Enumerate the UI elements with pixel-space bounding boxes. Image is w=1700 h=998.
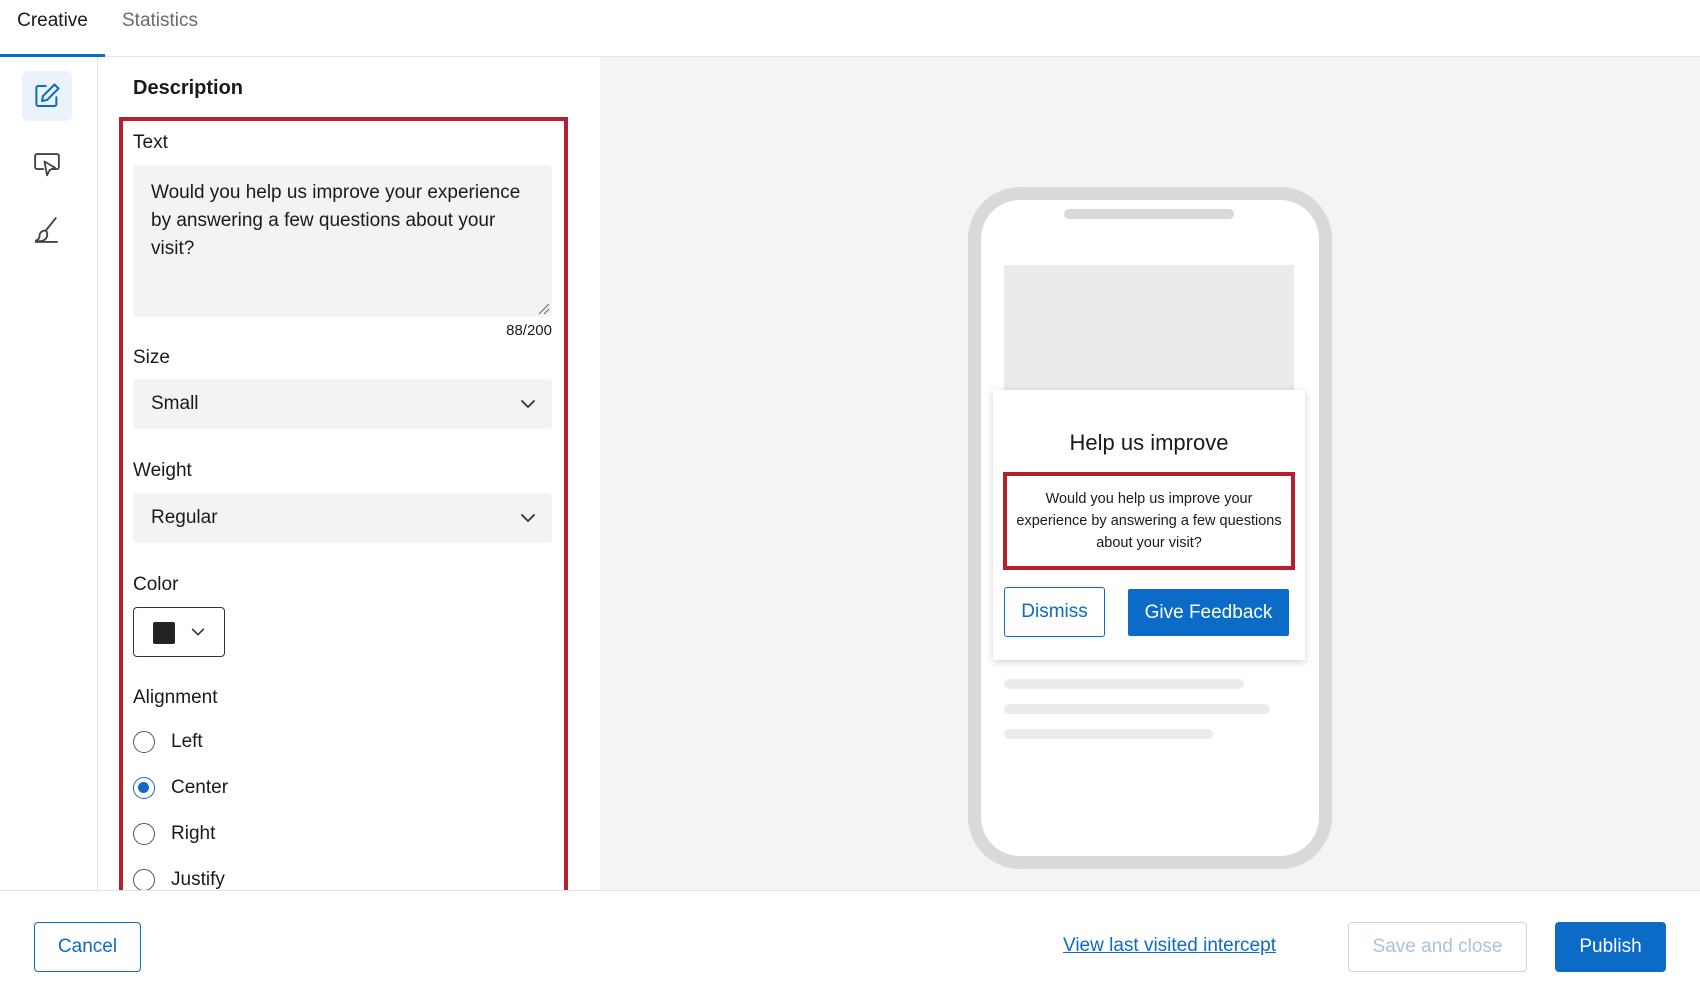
- phone-speaker: [1064, 209, 1234, 219]
- text-label: Text: [133, 132, 168, 153]
- description-settings-panel: Description Text 88/200 Size Small Weigh…: [98, 57, 600, 890]
- color-swatch: [153, 622, 175, 644]
- character-counter: 88/200: [506, 322, 552, 339]
- edit-icon: [35, 83, 60, 107]
- view-last-visited-intercept-link[interactable]: View last visited intercept: [1063, 935, 1276, 957]
- placeholder-line: [1004, 679, 1244, 689]
- intercept-card: Help us improve Would you help us improv…: [993, 390, 1305, 660]
- rail-interaction-button[interactable]: [22, 139, 72, 189]
- size-label: Size: [133, 347, 170, 368]
- chevron-down-icon: [191, 628, 205, 636]
- alignment-label: Alignment: [133, 687, 218, 708]
- size-select[interactable]: Small: [133, 379, 552, 429]
- weight-label: Weight: [133, 460, 192, 481]
- dismiss-button[interactable]: Dismiss: [1004, 587, 1105, 637]
- weight-select-value: Regular: [151, 507, 218, 528]
- radio-right[interactable]: [133, 823, 155, 845]
- radio-center[interactable]: [133, 777, 155, 799]
- radio-left[interactable]: [133, 731, 155, 753]
- cursor-message-icon: [34, 153, 60, 177]
- left-icon-rail: [0, 57, 98, 890]
- rail-style-button[interactable]: [22, 205, 72, 255]
- footer-bar: Cancel View last visited intercept Save …: [0, 890, 1700, 998]
- placeholder-line: [1004, 729, 1213, 739]
- radio-justify[interactable]: [133, 869, 155, 890]
- mobile-preview-area: Help us improve Would you help us improv…: [600, 57, 1700, 890]
- rail-edit-button[interactable]: [22, 71, 72, 121]
- publish-button[interactable]: Publish: [1555, 922, 1666, 972]
- give-feedback-button[interactable]: Give Feedback: [1128, 589, 1289, 636]
- size-select-value: Small: [151, 393, 199, 414]
- placeholder-line: [1004, 704, 1270, 714]
- tab-creative[interactable]: Creative: [0, 0, 105, 57]
- phone-frame: Help us improve Would you help us improv…: [968, 187, 1332, 869]
- card-description: Would you help us improve your experienc…: [1003, 472, 1295, 570]
- chevron-down-icon: [521, 514, 535, 522]
- panel-title: Description: [133, 77, 244, 99]
- alignment-option-label: Center: [171, 777, 229, 798]
- card-title: Help us improve: [1069, 430, 1229, 455]
- chevron-down-icon: [521, 400, 535, 408]
- weight-select[interactable]: Regular: [133, 493, 552, 543]
- top-tab-bar: Creative Statistics: [0, 0, 1700, 57]
- resize-grip-icon[interactable]: [538, 303, 550, 315]
- save-and-close-button[interactable]: Save and close: [1348, 922, 1527, 972]
- description-textarea[interactable]: [133, 165, 552, 317]
- cancel-button[interactable]: Cancel: [34, 922, 141, 972]
- placeholder-image: [1004, 265, 1294, 395]
- color-label: Color: [133, 574, 179, 595]
- brush-icon: [34, 217, 58, 243]
- alignment-option-label: Left: [171, 731, 203, 752]
- color-picker-button[interactable]: [133, 607, 225, 657]
- tab-statistics[interactable]: Statistics: [122, 0, 198, 57]
- alignment-option-label: Justify: [171, 869, 225, 890]
- alignment-option-label: Right: [171, 823, 216, 844]
